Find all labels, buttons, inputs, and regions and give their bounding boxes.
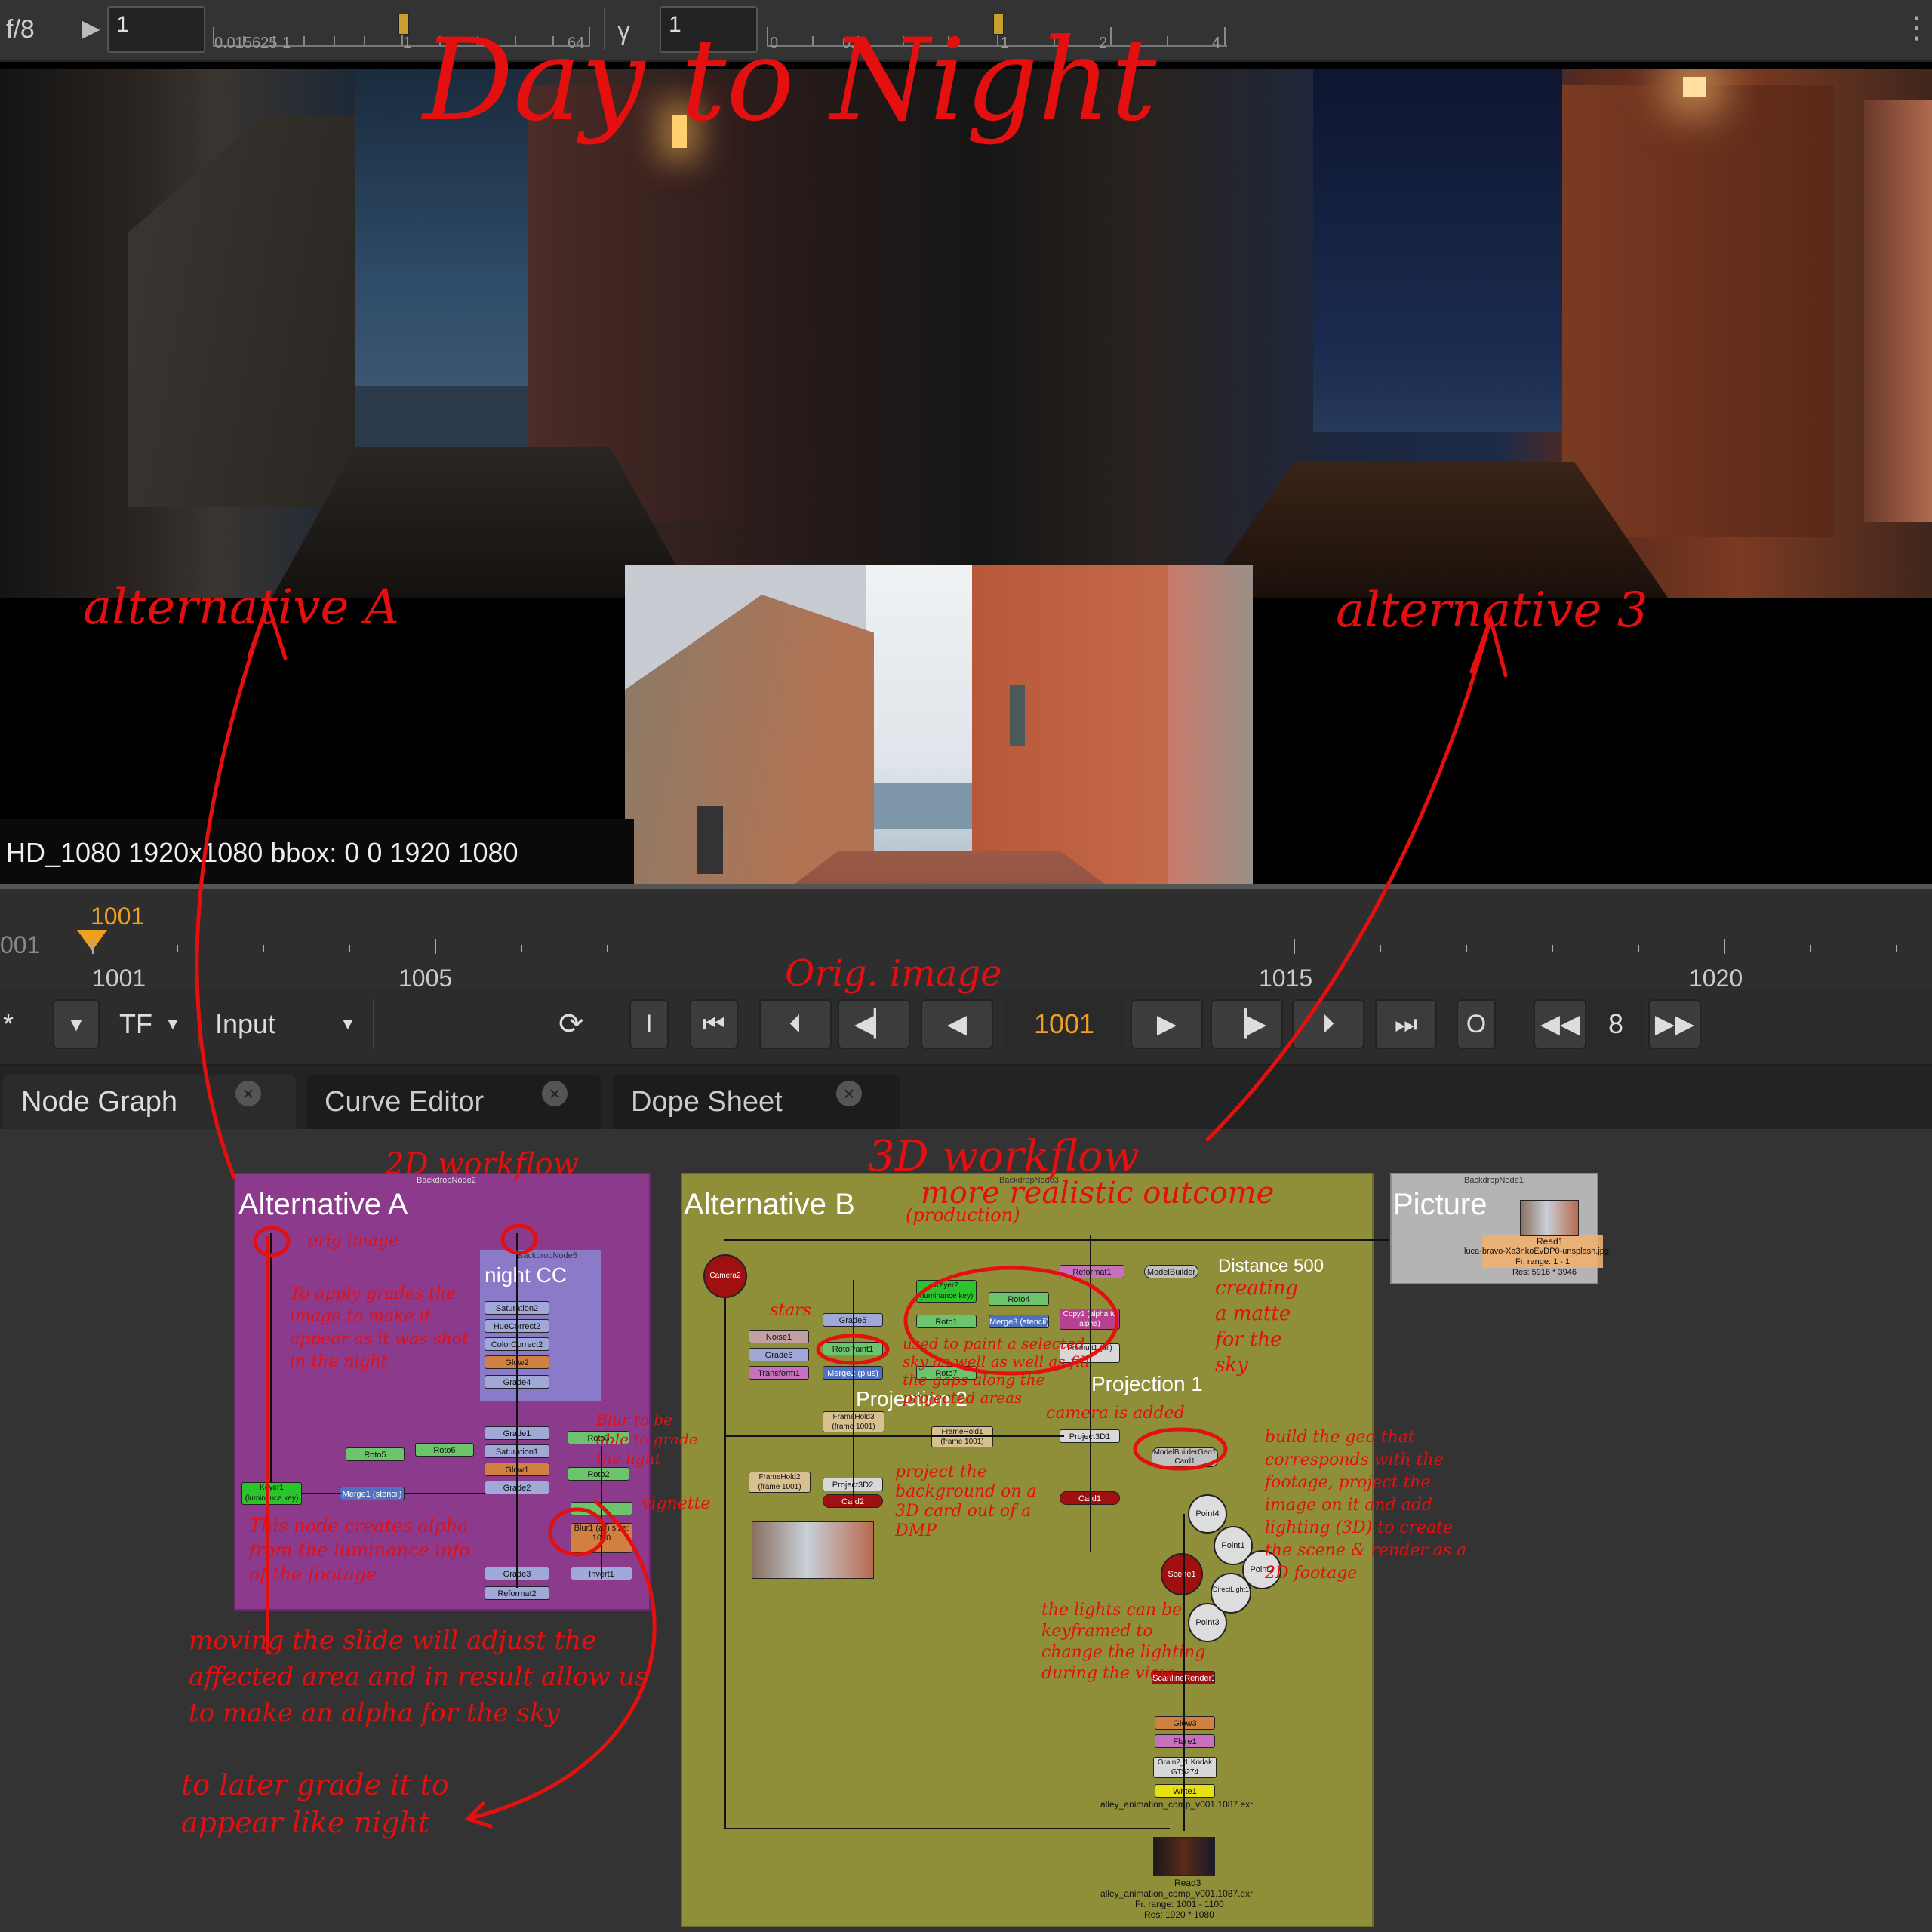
2d-workflow-annotation: 2D workflow xyxy=(385,1147,579,1182)
camera-note: camera is added xyxy=(1046,1404,1185,1423)
orig-image-annotation: Orig. image xyxy=(785,952,1002,995)
slider-note: moving the slide will adjust the affecte… xyxy=(189,1626,648,1728)
alt-a-annotation: alternative A xyxy=(83,580,399,635)
geo-note: build the geo that corresponds with the … xyxy=(1265,1428,1467,1583)
vignette-note: vignette xyxy=(641,1494,711,1513)
slider-note-2: to later grade it to appear like night xyxy=(181,1768,449,1839)
roto-note: used to paint a selected sky as well as … xyxy=(903,1334,1091,1407)
matte-note: creating a matte for the sky xyxy=(1215,1277,1299,1377)
grade-note: To apply grades the image to make it app… xyxy=(290,1284,469,1371)
orig-image-note: orig image xyxy=(308,1232,398,1251)
stars-note: stars xyxy=(770,1301,812,1320)
keyer-note: This node creates alpha from the luminan… xyxy=(249,1515,470,1585)
project-note: project the background on a 3D card out … xyxy=(895,1463,1037,1540)
alt-b-annotation: alternative 3 xyxy=(1336,583,1648,638)
arrow-alt-b xyxy=(1205,617,1493,1142)
3d-workflow-sub2: (production) xyxy=(906,1204,1020,1226)
title-annotation: Day to Night xyxy=(423,15,1157,146)
lights-note: the lights can be keyframed to change th… xyxy=(1041,1601,1206,1683)
blur-note: Blur to be able to grade the light xyxy=(596,1411,698,1468)
3d-workflow-annotation: 3D workflow xyxy=(868,1132,1140,1181)
arrow-alt-a xyxy=(195,601,270,1180)
